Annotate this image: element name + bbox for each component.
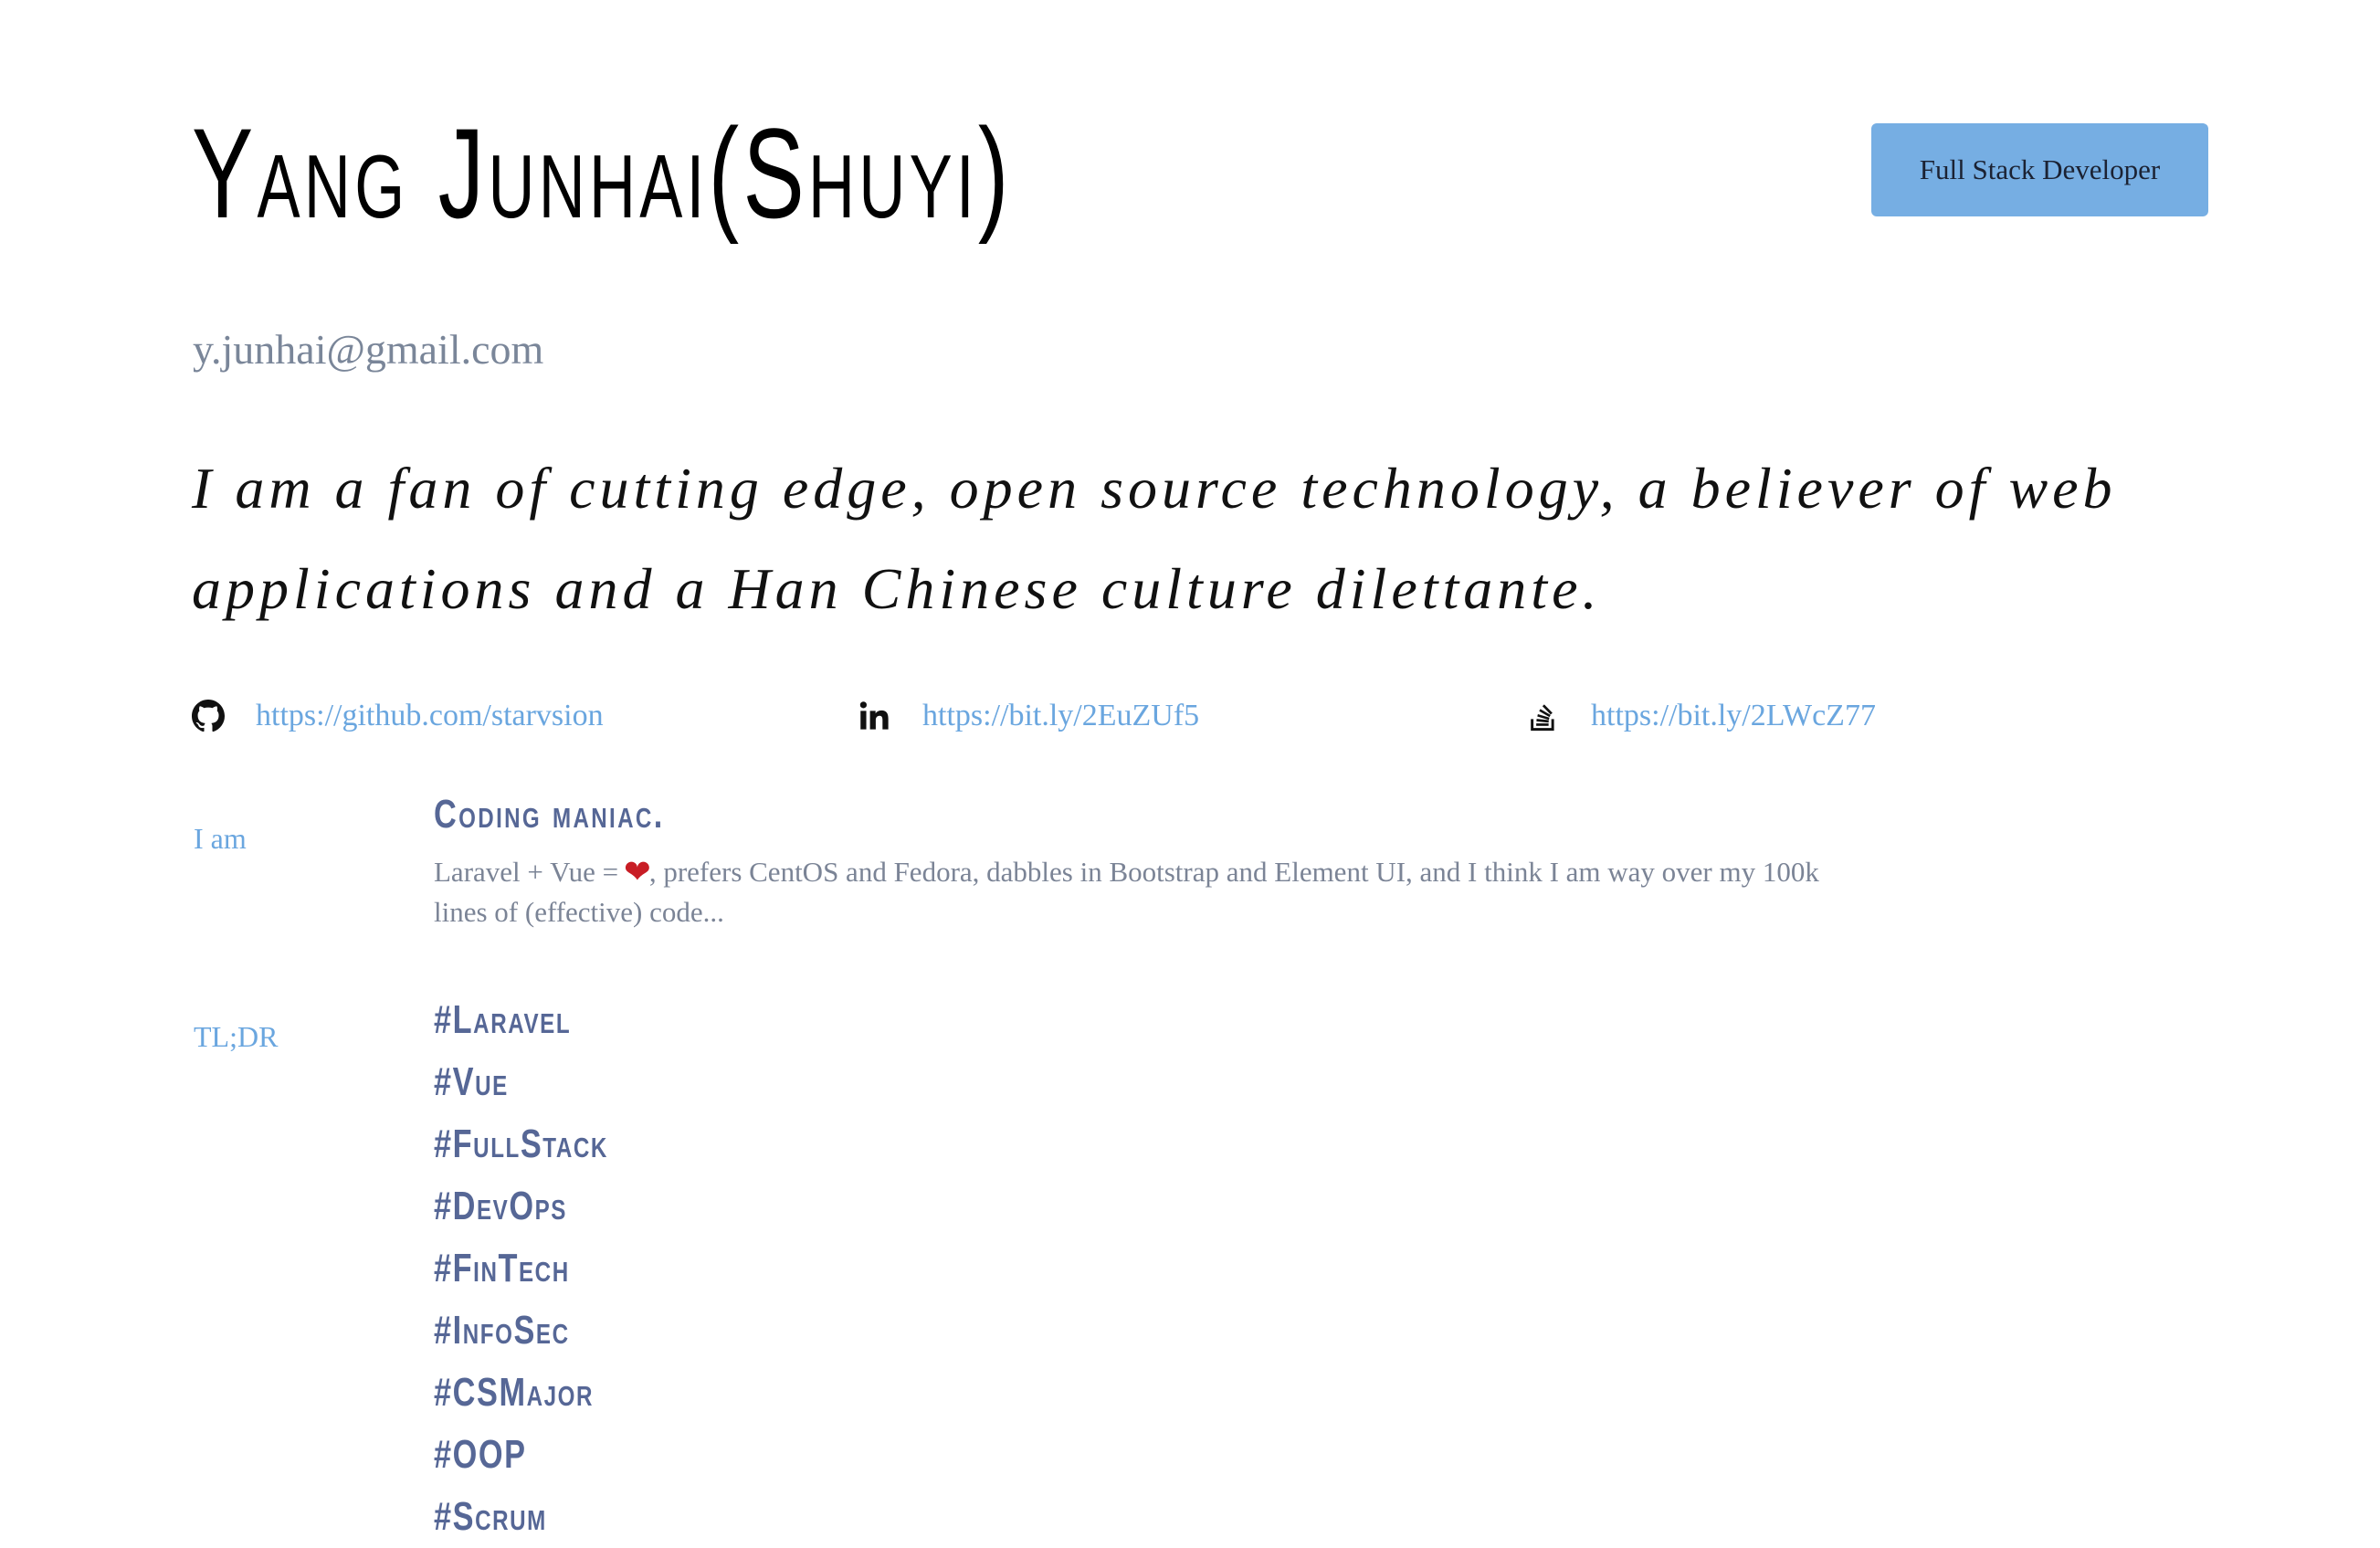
- social-stackoverflow: https://bit.ly/2LWcZ77: [1527, 692, 1876, 740]
- tag-devops: #DevOps: [434, 1184, 568, 1228]
- tag-oop: #OOP: [434, 1432, 527, 1477]
- github-icon: [192, 700, 225, 732]
- page-title: Yang Junhai(Shuyi): [192, 101, 1013, 245]
- stackoverflow-icon: [1527, 700, 1560, 732]
- stackoverflow-link[interactable]: https://bit.ly/2LWcZ77: [1591, 699, 1876, 733]
- tag-fullstack: #FullStack: [434, 1122, 608, 1166]
- tag-list: #Laravel #Vue #FullStack #DevOps #FinTec…: [434, 989, 658, 1548]
- tagline: I am a fan of cutting edge, open source …: [192, 456, 2117, 621]
- section-label-tldr: TL;DR: [194, 1020, 279, 1053]
- tag-vue: #Vue: [434, 1059, 509, 1104]
- github-link[interactable]: https://github.com/starvsion: [256, 699, 604, 733]
- social-github: https://github.com/starvsion: [192, 692, 604, 740]
- section-label-iam: I am: [194, 822, 247, 855]
- tag-laravel: #Laravel: [434, 997, 572, 1042]
- tag-infosec: #InfoSec: [434, 1308, 570, 1353]
- linkedin-icon: [858, 700, 891, 732]
- role-button[interactable]: Full Stack Developer: [1871, 123, 2208, 216]
- tag-scrum: #Scrum: [434, 1494, 547, 1539]
- social-linkedin: https://bit.ly/2EuZUf5: [858, 692, 1199, 740]
- iam-description: Laravel + Vue = ❤, prefers CentOS and Fe…: [434, 852, 1859, 932]
- iam-desc-part1: Laravel + Vue =: [434, 856, 626, 888]
- heart-icon: ❤: [623, 853, 651, 890]
- email-text: y.junhai@gmail.com: [193, 326, 544, 373]
- tag-csmajor: #CSMajor: [434, 1370, 595, 1415]
- iam-title: Coding maniac.: [434, 792, 665, 837]
- resume-page: Yang Junhai(Shuyi) Full Stack Developer …: [0, 0, 2380, 1539]
- linkedin-link[interactable]: https://bit.ly/2EuZUf5: [922, 699, 1199, 733]
- tag-fintech: #FinTech: [434, 1246, 570, 1290]
